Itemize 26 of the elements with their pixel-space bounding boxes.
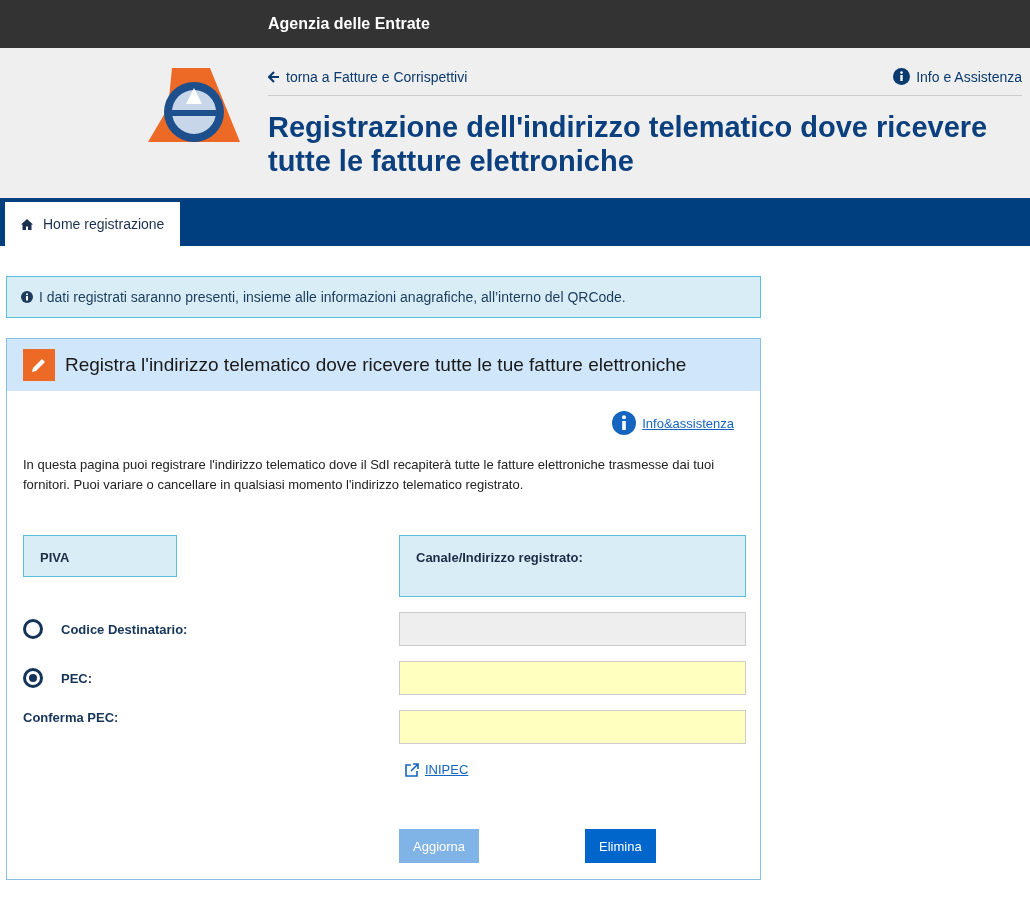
action-button[interactable]: Elimina	[585, 829, 656, 863]
nav-tab[interactable]: Home registrazione	[5, 202, 181, 246]
page-title: Registrazione dell'indirizzo telematico dove ricevere tutte le fatture elettroniche	[268, 110, 989, 178]
info-icon	[893, 68, 911, 85]
radio-button[interactable]	[23, 668, 43, 688]
field-label: PEC:	[61, 670, 93, 686]
help-link[interactable]: Info e Assistenza	[893, 68, 1022, 85]
panel-title: Registra l'indirizzo telematico dove ricevere tutte le tue fatture elettroniche	[65, 354, 687, 376]
notice-text: I dati registrati saranno presenti, insieme alle informazioni anagrafiche, all’interno del QRCode.	[39, 289, 626, 305]
external-link-icon	[405, 762, 419, 777]
pencil-icon	[23, 349, 55, 381]
home-icon	[21, 218, 33, 230]
input-field[interactable]	[399, 710, 746, 744]
description-text: In questa pagina puoi registrare l'indirizzo telematico dove il SdI recapiterà tutte le fatture elettroniche trasmesse dai tuoi fornitori. Puoi variare o cancellare in qualsiasi momento l'indirizzo telematico registrato.	[23, 456, 716, 494]
input-field[interactable]	[399, 661, 746, 695]
info-link[interactable]: Info&assistenza	[642, 415, 734, 431]
inipec-link[interactable]: INIPEC	[425, 762, 469, 777]
site-brand: Agenzia delle Entrate	[268, 15, 430, 33]
info-icon	[612, 411, 637, 435]
info-icon	[21, 291, 33, 303]
field-label: Conferma PEC:	[23, 710, 119, 725]
arrow-left-icon	[268, 70, 280, 83]
field-label: Codice Destinatario:	[61, 621, 188, 637]
piva-label: PIVA	[23, 535, 177, 577]
channel-label: Canale/Indirizzo registrato:	[399, 535, 746, 597]
back-link[interactable]: torna a Fatture e Corrispettivi	[268, 68, 468, 85]
